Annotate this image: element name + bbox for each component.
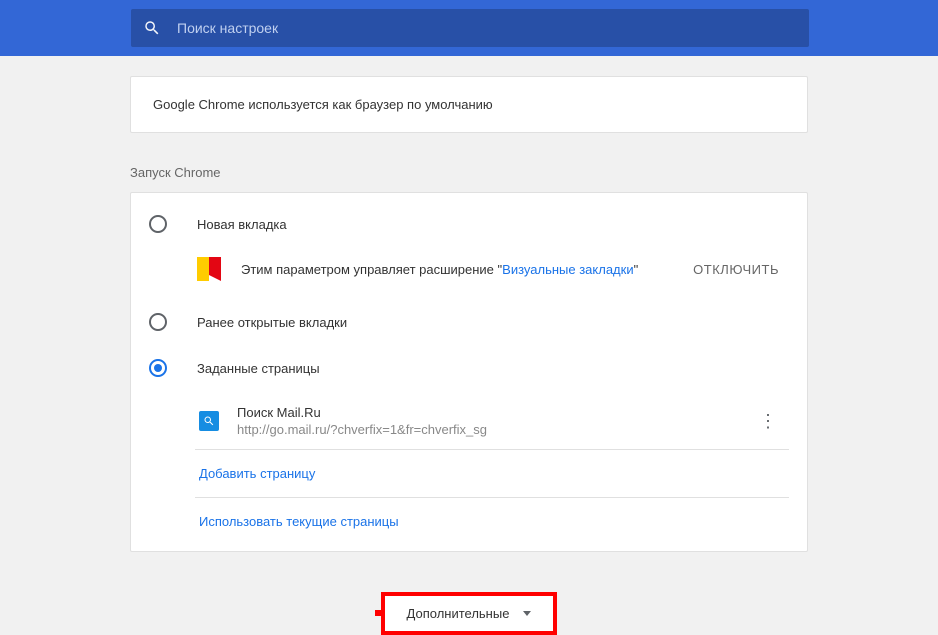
- page-info: Поиск Mail.Ru http://go.mail.ru/?chverfi…: [237, 405, 751, 437]
- search-icon: [143, 19, 161, 37]
- extension-notice: Этим параметром управляет расширение Виз…: [149, 247, 789, 299]
- mailru-favicon-icon: [199, 411, 219, 431]
- extension-message: Этим параметром управляет расширение Виз…: [241, 262, 693, 277]
- advanced-section: Дополнительные: [130, 592, 808, 635]
- page-title: Поиск Mail.Ru: [237, 405, 751, 420]
- default-browser-message: Google Chrome используется как браузер п…: [153, 97, 785, 112]
- radio-label-continue: Ранее открытые вкладки: [197, 315, 347, 330]
- radio-option-new-tab[interactable]: Новая вкладка: [149, 201, 789, 247]
- advanced-label: Дополнительные: [407, 606, 510, 621]
- startup-section-title: Запуск Chrome: [130, 165, 808, 180]
- startup-page-item: Поиск Mail.Ru http://go.mail.ru/?chverfi…: [195, 391, 789, 450]
- yandex-bookmarks-icon: [197, 257, 221, 281]
- settings-content: Google Chrome используется как браузер п…: [0, 76, 938, 635]
- radio-icon: [149, 215, 167, 233]
- more-vert-icon[interactable]: ⋮: [751, 411, 785, 432]
- disable-extension-button[interactable]: ОТКЛЮЧИТЬ: [693, 262, 779, 277]
- radio-icon: [149, 313, 167, 331]
- radio-label-specific: Заданные страницы: [197, 361, 320, 376]
- use-current-pages-link[interactable]: Использовать текущие страницы: [195, 498, 789, 551]
- advanced-button[interactable]: Дополнительные: [381, 592, 558, 635]
- add-page-link[interactable]: Добавить страницу: [195, 450, 789, 498]
- startup-card: Новая вкладка Этим параметром управляет …: [130, 192, 808, 552]
- radio-icon-selected: [149, 359, 167, 377]
- extension-link[interactable]: Визуальные закладки: [498, 262, 639, 277]
- radio-option-specific[interactable]: Заданные страницы: [149, 345, 789, 391]
- search-placeholder: Поиск настроек: [177, 20, 278, 36]
- settings-header: Поиск настроек: [0, 0, 938, 56]
- default-browser-card: Google Chrome используется как браузер п…: [130, 76, 808, 133]
- search-input[interactable]: Поиск настроек: [131, 9, 809, 47]
- startup-pages-list: Поиск Mail.Ru http://go.mail.ru/?chverfi…: [195, 391, 789, 551]
- radio-option-continue[interactable]: Ранее открытые вкладки: [149, 299, 789, 345]
- radio-label-new-tab: Новая вкладка: [197, 217, 287, 232]
- chevron-down-icon: [523, 611, 531, 616]
- page-url: http://go.mail.ru/?chverfix=1&fr=chverfi…: [237, 422, 751, 437]
